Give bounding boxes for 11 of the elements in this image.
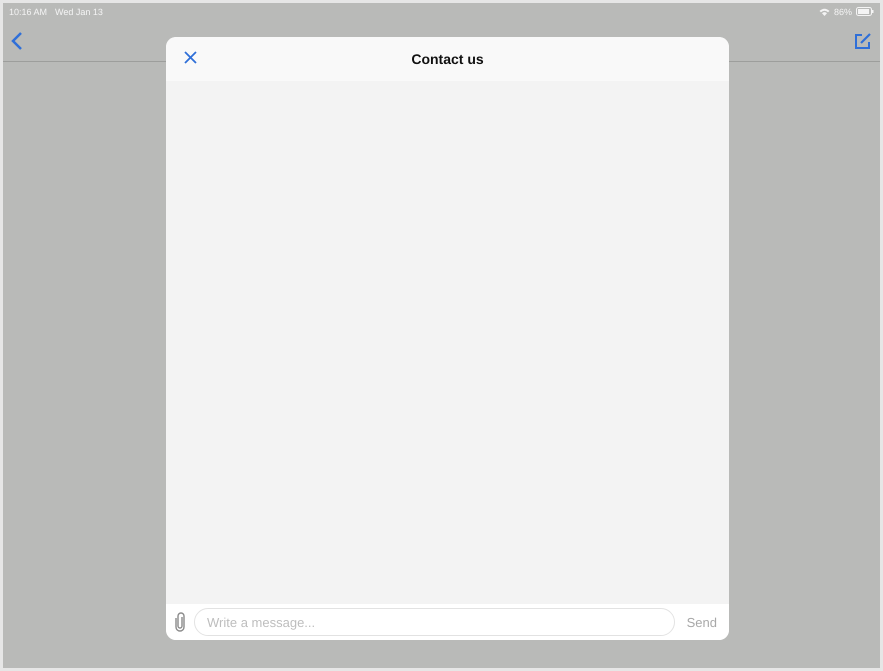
paperclip-icon[interactable]: [174, 612, 186, 632]
battery-icon: [856, 7, 874, 16]
close-button[interactable]: [182, 49, 199, 66]
compose-icon[interactable]: [854, 32, 872, 50]
back-icon[interactable]: [11, 30, 23, 50]
status-date: Wed Jan 13: [55, 6, 103, 16]
status-time: 10:16 AM: [9, 6, 48, 16]
battery-percent: 86%: [834, 6, 852, 16]
dialog-title: Contact us: [411, 51, 484, 67]
message-field[interactable]: Write a message...: [194, 608, 675, 636]
wifi-icon: [818, 8, 830, 16]
